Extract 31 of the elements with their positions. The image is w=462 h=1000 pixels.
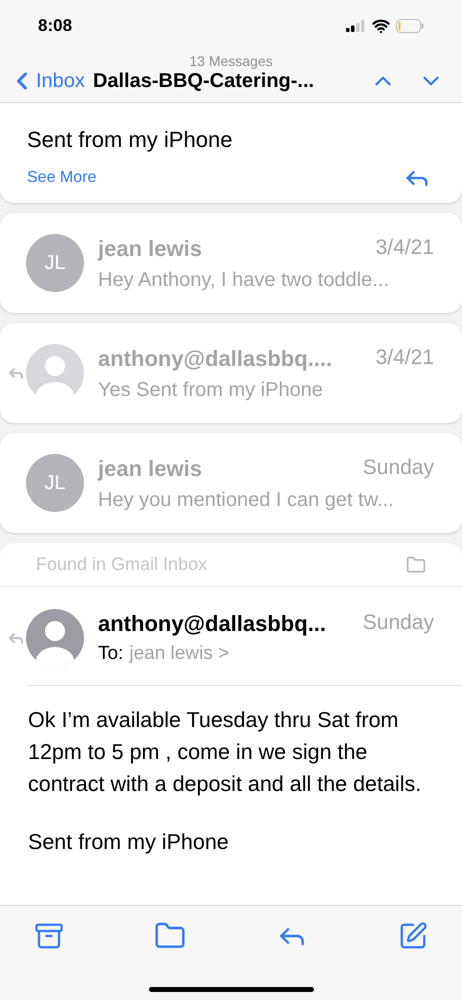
recipient-link[interactable]: jean lewis > (129, 640, 230, 668)
status-time: 8:08 (38, 14, 72, 37)
sender-name: jean lewis (98, 454, 202, 483)
message-date: Sunday (362, 454, 434, 480)
message-count: 13 Messages (188, 52, 274, 71)
message-row[interactable]: anthony@dallasbbq.... 3/4/21 Yes Sent from my iPhone (0, 323, 462, 423)
back-button[interactable]: Inbox (12, 66, 85, 96)
sender-name: anthony@dallasbbq... (98, 610, 326, 638)
to-label: To: (98, 642, 124, 666)
folder-note: Found in Gmail Inbox (36, 553, 208, 576)
see-more-link[interactable]: See More (27, 166, 96, 190)
folder-icon (406, 554, 426, 574)
message-preview: Hey Anthony, I have two toddle... (98, 268, 390, 292)
message-row[interactable]: JL jean lewis 3/4/21 Hey Anthony, I have two toddle... (0, 213, 462, 313)
message-date: 3/4/21 (376, 234, 434, 260)
message-row[interactable]: JL jean lewis Sunday Hey you mentioned I can get tw... (0, 433, 462, 533)
avatar: JL (26, 234, 84, 292)
message-date: 3/4/21 (376, 344, 434, 370)
message-preview: Yes Sent from my iPhone (98, 378, 324, 402)
message-body: Sent from my iPhone (27, 126, 234, 154)
sender-name: jean lewis (98, 234, 202, 263)
message-date: Sunday (362, 610, 434, 636)
message-preview: Hey you mentioned I can get tw... (98, 488, 395, 512)
wifi-icon (372, 16, 390, 34)
battery-icon (396, 18, 424, 32)
signal-icon (346, 20, 366, 32)
avatar: JL (26, 454, 84, 512)
sender-name: anthony@dallasbbq.... (98, 344, 332, 373)
message-body: Sent from my iPhone (28, 828, 230, 856)
thread-title: Dallas-BBQ-Catering-... (92, 69, 314, 94)
message-body: Ok I’m available Tuesday thru Sat from 12pm to 5 pm , come in we sign the contract with a deposit and all the details. (28, 706, 422, 798)
